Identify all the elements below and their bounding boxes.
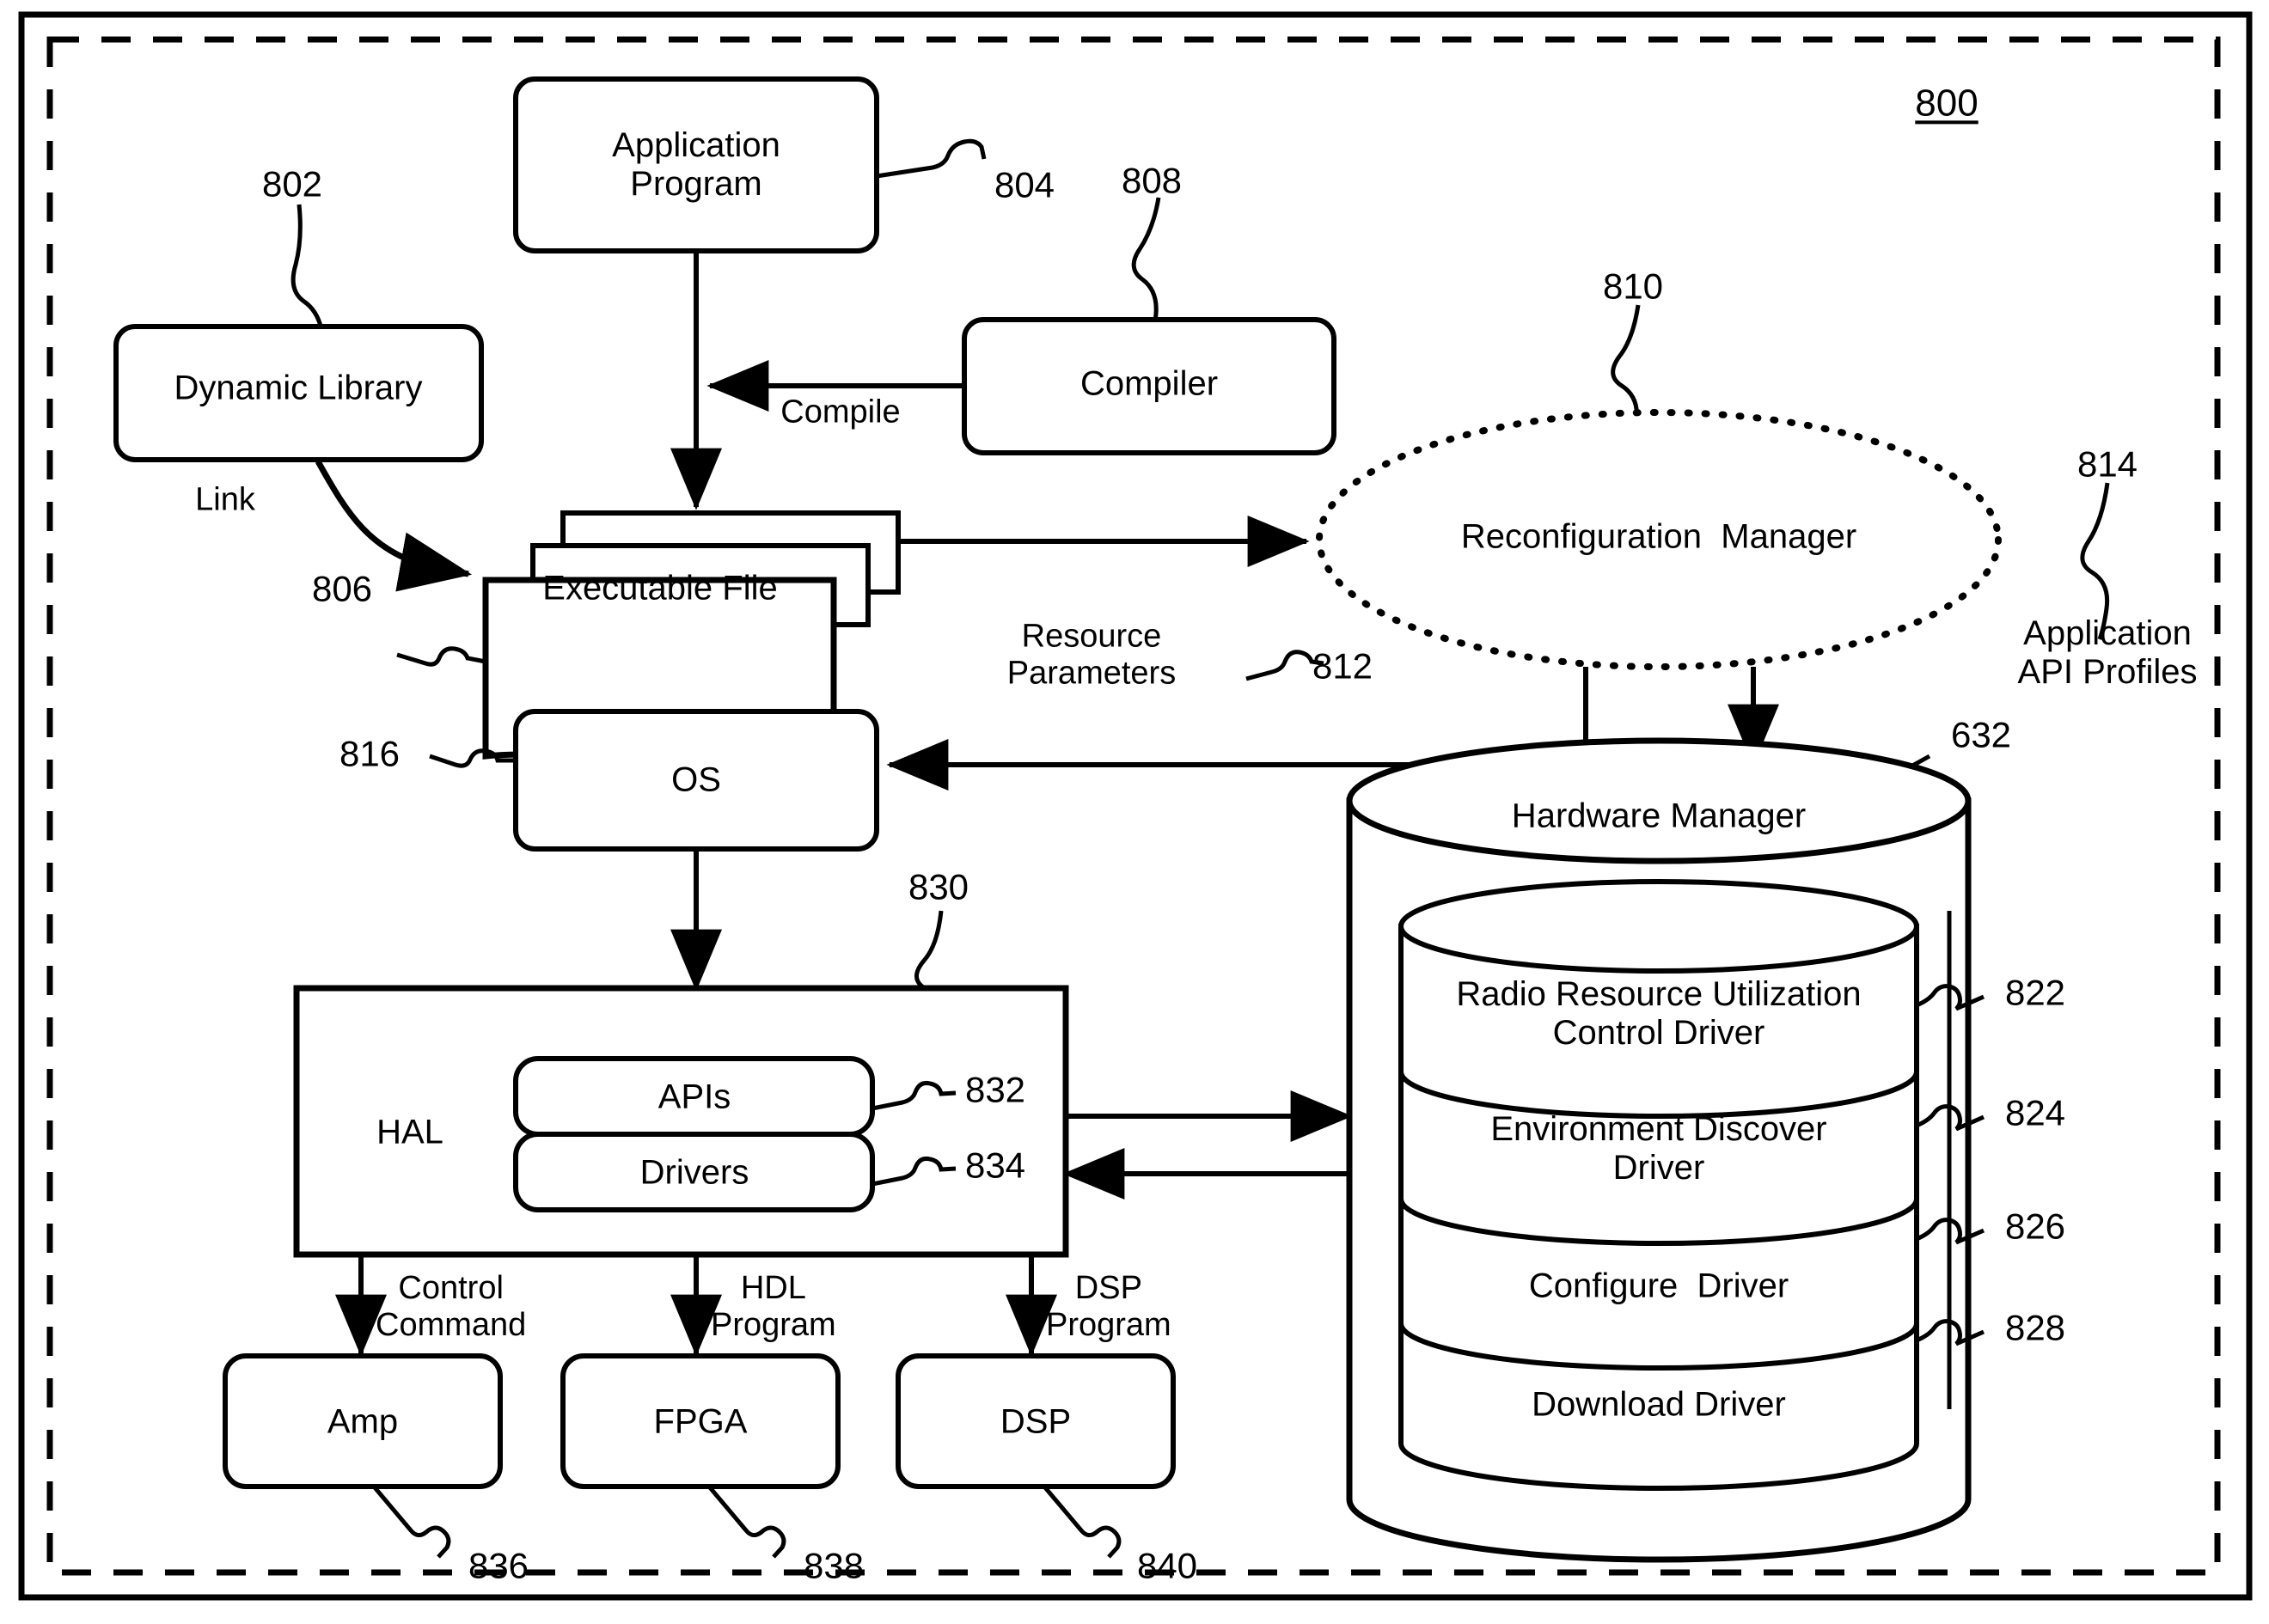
lead-804 xyxy=(876,138,987,179)
figure-canvas: 800 Application Program 804 802 Dynamic … xyxy=(0,0,2269,1624)
reconfiguration-manager-ellipse xyxy=(1316,409,2002,670)
application-program-box xyxy=(513,76,879,253)
amp-box xyxy=(223,1353,503,1489)
fpga-box xyxy=(560,1353,841,1489)
edge-link xyxy=(315,460,473,592)
hwm-outer-top xyxy=(1346,737,1972,864)
lead-814 xyxy=(2080,482,2110,640)
apis-box xyxy=(513,1056,875,1137)
lead-838 xyxy=(707,1485,786,1559)
hwm-inner-top xyxy=(1398,879,1919,974)
lead-840 xyxy=(1043,1485,1122,1559)
lead-836 xyxy=(372,1485,451,1559)
lead-812 xyxy=(1245,650,1324,681)
diagram-vector-layer xyxy=(18,11,2253,1601)
drivers-box xyxy=(513,1132,875,1212)
os-box xyxy=(513,709,879,852)
compiler-box xyxy=(962,317,1336,455)
dsp-box xyxy=(896,1353,1176,1489)
lead-806 xyxy=(396,646,486,667)
dynamic-library-box xyxy=(113,324,484,462)
hwm-inner-body xyxy=(1398,924,1919,1491)
